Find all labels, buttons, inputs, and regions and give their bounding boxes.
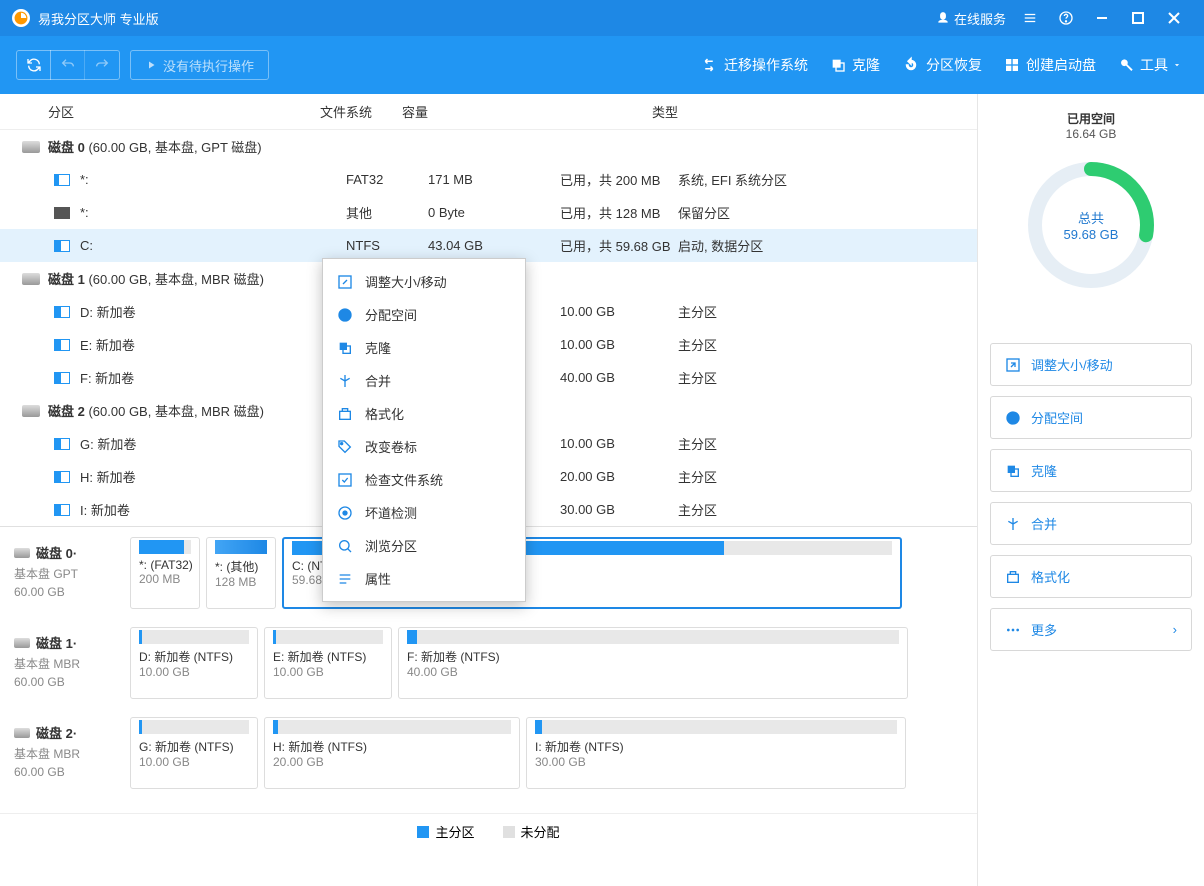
app-logo bbox=[12, 9, 30, 27]
toolbar: 没有待执行操作 迁移操作系统 克隆 分区恢复 创建启动盘 工具 bbox=[0, 36, 1204, 94]
hdd-icon bbox=[22, 405, 40, 417]
create-bootdisk-button[interactable]: 创建启动盘 bbox=[1004, 55, 1096, 75]
hdd-icon bbox=[22, 273, 40, 285]
partition-bar[interactable]: H: 新加卷 (NTFS)20.00 GB bbox=[264, 717, 520, 789]
partition-icon bbox=[54, 504, 70, 516]
menu-allocate[interactable]: 分配空间 bbox=[323, 298, 525, 331]
hdd-icon bbox=[14, 638, 30, 648]
action-more[interactable]: 更多› bbox=[990, 608, 1192, 651]
online-service-button[interactable]: 在线服务 bbox=[936, 9, 1006, 28]
app-title: 易我分区大师 专业版 bbox=[38, 9, 159, 28]
tools-dropdown[interactable]: 工具 bbox=[1118, 55, 1188, 75]
hdd-icon bbox=[14, 728, 30, 738]
total-value: 59.68 GB bbox=[1064, 227, 1119, 242]
undo-button[interactable] bbox=[51, 50, 85, 80]
menu-format[interactable]: 格式化 bbox=[323, 397, 525, 430]
disk-row[interactable]: 磁盘 0 (60.00 GB, 基本盘, GPT 磁盘) bbox=[0, 130, 977, 163]
partition-icon bbox=[54, 372, 70, 384]
partition-icon bbox=[54, 438, 70, 450]
menu-badsector[interactable]: 坏道检测 bbox=[323, 496, 525, 529]
partition-icon bbox=[54, 471, 70, 483]
menu-relabel[interactable]: 改变卷标 bbox=[323, 430, 525, 463]
menu-resize[interactable]: 调整大小/移动 bbox=[323, 265, 525, 298]
pending-ops: 没有待执行操作 bbox=[130, 50, 269, 80]
action-clone[interactable]: 克隆 bbox=[990, 449, 1192, 492]
legend-primary-swatch bbox=[417, 826, 429, 838]
help-icon[interactable] bbox=[1048, 0, 1084, 36]
disk-map: 磁盘 2·基本盘 MBR60.00 GBG: 新加卷 (NTFS)10.00 G… bbox=[14, 717, 963, 789]
partition-icon bbox=[54, 207, 70, 219]
partition-bar[interactable]: G: 新加卷 (NTFS)10.00 GB bbox=[130, 717, 258, 789]
partition-row[interactable]: *:其他0 Byte已用，共 128 MB保留分区 bbox=[0, 196, 977, 229]
refresh-button[interactable] bbox=[17, 50, 51, 80]
sidebar: 已用空间 16.64 GB 总共 59.68 GB 调整大小/移动 分配空间 克… bbox=[978, 94, 1204, 886]
hdd-icon bbox=[22, 141, 40, 153]
op-group bbox=[16, 50, 120, 80]
partition-bar[interactable]: I: 新加卷 (NTFS)30.00 GB bbox=[526, 717, 906, 789]
partition-recover-button[interactable]: 分区恢复 bbox=[902, 55, 982, 75]
clone-button[interactable]: 克隆 bbox=[830, 55, 880, 75]
minimize-button[interactable] bbox=[1084, 0, 1120, 36]
partition-bar[interactable]: *: (FAT32)200 MB bbox=[130, 537, 200, 609]
hdd-icon bbox=[14, 548, 30, 558]
action-format[interactable]: 格式化 bbox=[990, 555, 1192, 598]
total-label: 总共 bbox=[1064, 208, 1119, 227]
partition-icon bbox=[54, 306, 70, 318]
menu-icon[interactable] bbox=[1012, 0, 1048, 36]
redo-button[interactable] bbox=[85, 50, 119, 80]
close-button[interactable] bbox=[1156, 0, 1192, 36]
action-allocate[interactable]: 分配空间 bbox=[990, 396, 1192, 439]
menu-clone[interactable]: 克隆 bbox=[323, 331, 525, 364]
disk-map: 磁盘 1·基本盘 MBR60.00 GBD: 新加卷 (NTFS)10.00 G… bbox=[14, 627, 963, 699]
menu-props[interactable]: 属性 bbox=[323, 562, 525, 595]
partition-icon bbox=[54, 240, 70, 252]
migrate-os-button[interactable]: 迁移操作系统 bbox=[700, 55, 808, 75]
menu-browse[interactable]: 浏览分区 bbox=[323, 529, 525, 562]
usage-donut: 总共 59.68 GB bbox=[1021, 155, 1161, 295]
column-headers: 分区 文件系统 容量 类型 bbox=[0, 94, 977, 130]
legend: 主分区 未分配 bbox=[0, 813, 977, 849]
used-label: 已用空间 bbox=[990, 110, 1192, 127]
col-capacity: 容量 bbox=[402, 102, 652, 121]
partition-icon bbox=[54, 174, 70, 186]
used-value: 16.64 GB bbox=[990, 127, 1192, 141]
menu-checkfs[interactable]: 检查文件系统 bbox=[323, 463, 525, 496]
legend-unalloc-swatch bbox=[503, 826, 515, 838]
action-resize[interactable]: 调整大小/移动 bbox=[990, 343, 1192, 386]
menu-merge[interactable]: 合并 bbox=[323, 364, 525, 397]
partition-bar[interactable]: D: 新加卷 (NTFS)10.00 GB bbox=[130, 627, 258, 699]
action-merge[interactable]: 合并 bbox=[990, 502, 1192, 545]
titlebar: 易我分区大师 专业版 在线服务 bbox=[0, 0, 1204, 36]
col-fs: 文件系统 bbox=[320, 102, 402, 121]
partition-icon bbox=[54, 339, 70, 351]
sidebar-actions: 调整大小/移动 分配空间 克隆 合并 格式化 更多› bbox=[990, 343, 1192, 651]
context-menu: 调整大小/移动 分配空间 克隆 合并 格式化 改变卷标 检查文件系统 坏道检测 … bbox=[322, 258, 526, 602]
maximize-button[interactable] bbox=[1120, 0, 1156, 36]
partition-bar[interactable]: *: (其他)128 MB bbox=[206, 537, 276, 609]
col-partition: 分区 bbox=[48, 102, 320, 121]
chevron-right-icon: › bbox=[1173, 622, 1177, 637]
col-type: 类型 bbox=[652, 102, 977, 121]
partition-bar[interactable]: F: 新加卷 (NTFS)40.00 GB bbox=[398, 627, 908, 699]
partition-bar[interactable]: E: 新加卷 (NTFS)10.00 GB bbox=[264, 627, 392, 699]
partition-row[interactable]: *:FAT32171 MB已用，共 200 MB系统, EFI 系统分区 bbox=[0, 163, 977, 196]
